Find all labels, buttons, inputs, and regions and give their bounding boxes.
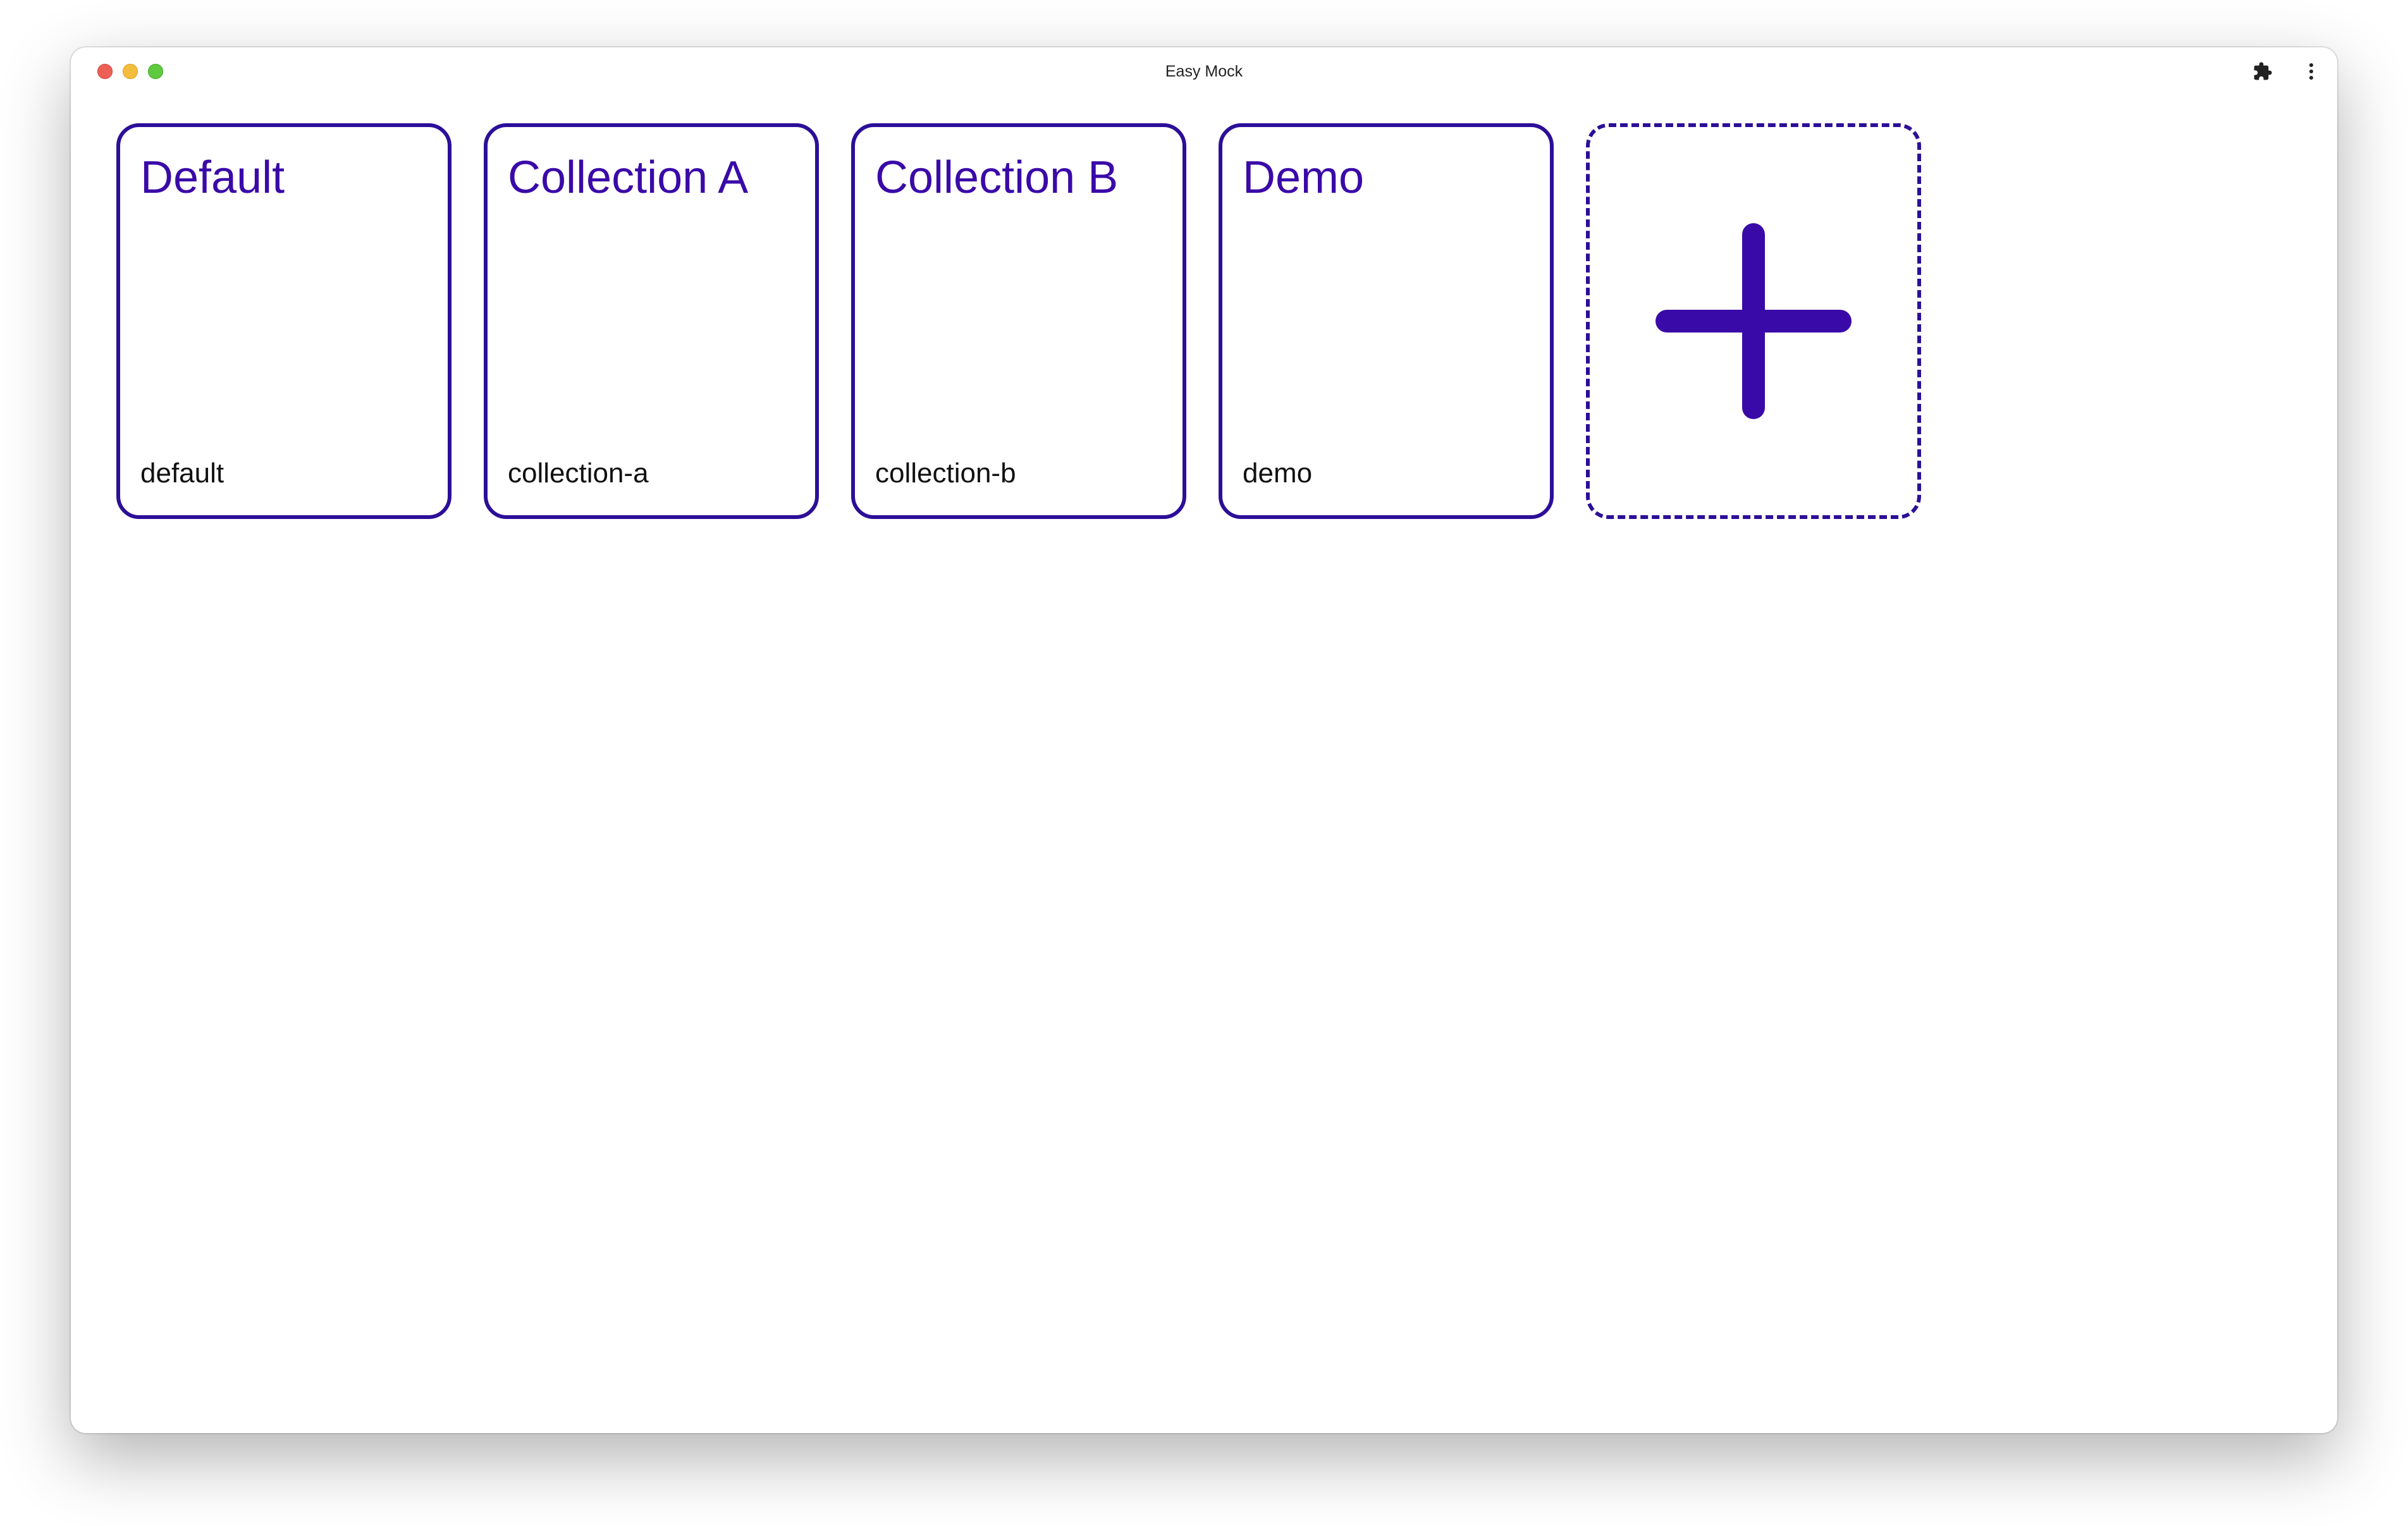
collection-title: Collection A [508,152,749,203]
collection-card-collection-a[interactable]: Collection A collection-a [484,123,819,519]
collection-card-collection-b[interactable]: Collection B collection-b [851,123,1186,519]
add-collection-button[interactable] [1586,123,1921,519]
collection-slug: demo [1243,458,1313,489]
more-vertical-icon[interactable] [2299,59,2324,84]
collection-slug: collection-a [508,458,649,489]
titlebar: Easy Mock [71,47,2337,95]
puzzle-icon[interactable] [2250,59,2275,84]
window-title: Easy Mock [1165,63,1243,80]
collection-card-default[interactable]: Default default [116,123,452,519]
collection-slug: default [140,458,224,489]
collection-card-demo[interactable]: Demo demo [1219,123,1554,519]
collection-slug: collection-b [875,458,1016,489]
collection-title: Demo [1243,152,1365,203]
collection-title: Collection B [875,152,1119,203]
plus-icon [1656,223,1852,419]
app-window: Easy Mock Default default Collection A c… [71,47,2337,1433]
collection-title: Default [140,152,285,203]
